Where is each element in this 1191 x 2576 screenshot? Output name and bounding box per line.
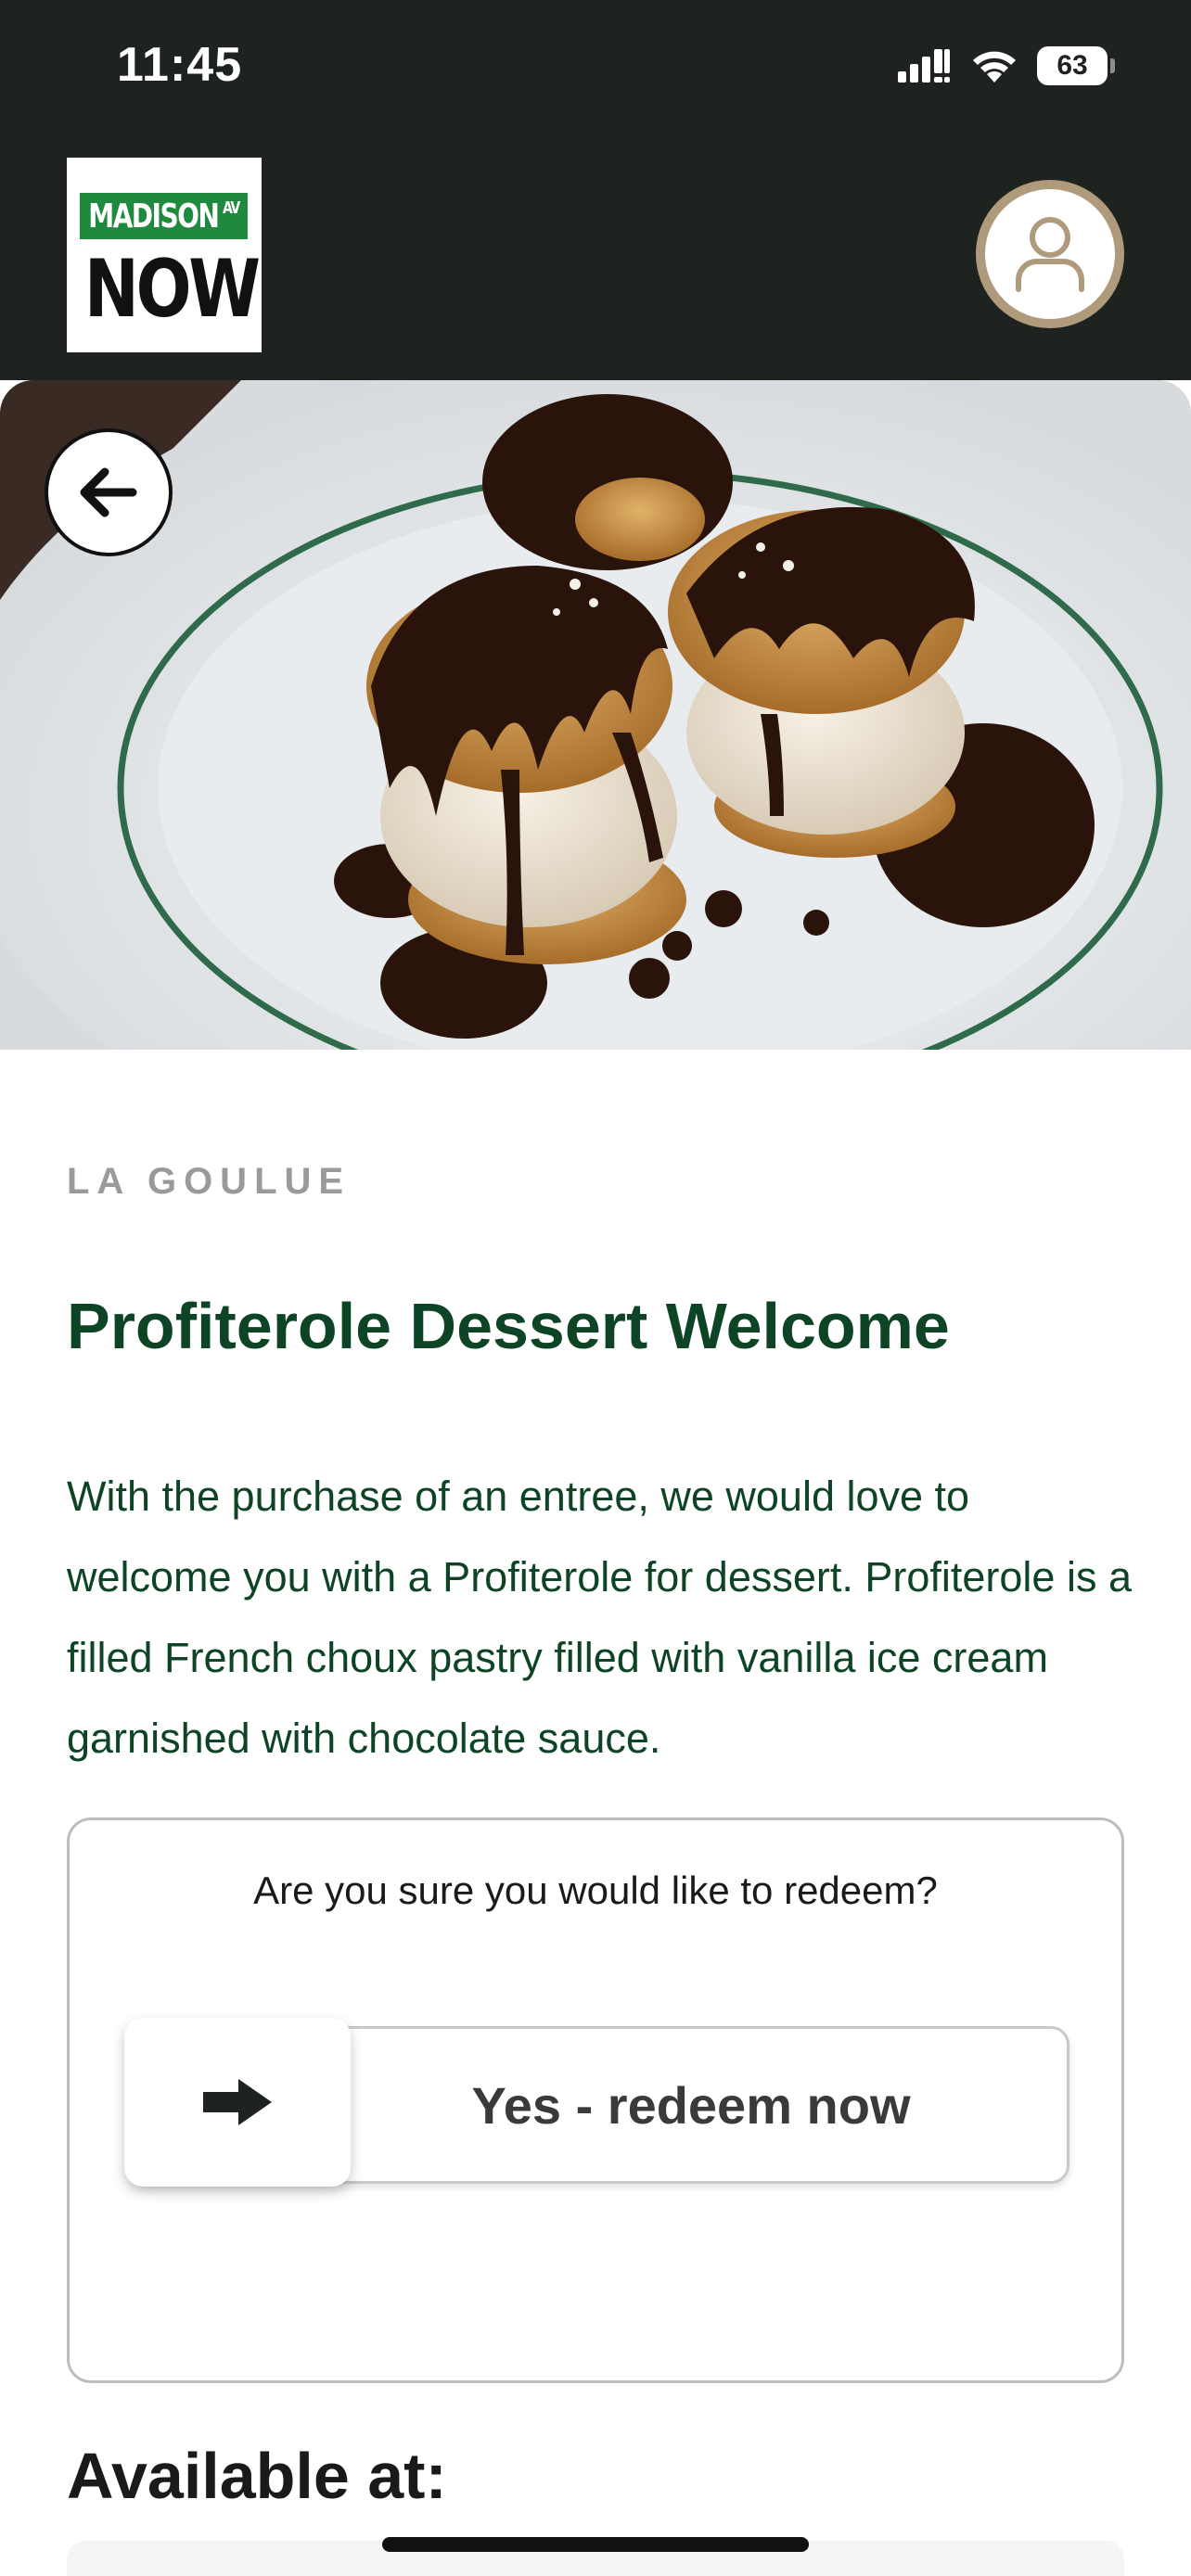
hero-image (0, 380, 1191, 1050)
offer-title: Profiterole Dessert Welcome (67, 1290, 950, 1362)
status-time: 11:45 (117, 38, 243, 92)
logo-wordmark: NOW (83, 243, 261, 336)
redeem-question: Are you sure you would like to redeem? (253, 1868, 938, 1912)
battery-cap (1110, 58, 1115, 73)
available-at-heading: Available at: (67, 2440, 447, 2512)
redeem-slider-handle[interactable] (124, 2018, 351, 2187)
logo-sign-text: MADISON (88, 197, 220, 236)
offer-description: With the purchase of an entree, we would… (67, 1473, 1132, 1762)
status-bar: 11:45 63 (0, 0, 1191, 139)
redeem-swipe-slider[interactable]: Yes - redeem now (124, 2018, 1069, 2187)
wifi-icon (973, 51, 1016, 83)
battery-icon: 63 (1037, 46, 1115, 85)
logo-street-sign: MADISON AV (80, 193, 248, 239)
logo-sign-sub: AV (223, 198, 240, 218)
home-indicator[interactable] (382, 2537, 809, 2552)
profile-button[interactable] (976, 180, 1124, 328)
battery-level: 63 (1037, 46, 1108, 85)
profiterole-photo (0, 380, 1191, 1050)
status-icons: 63 (896, 43, 1115, 89)
arrow-right-icon (203, 2079, 272, 2125)
redemption-screen: 11:45 63 MADISON AV NOW LA GOULUE Profit… (0, 0, 1191, 2576)
redeem-confirmation-card: Are you sure you would like to redeem? Y… (67, 1817, 1124, 2383)
madison-av-now-logo[interactable]: MADISON AV NOW (67, 158, 262, 352)
app-header: MADISON AV NOW (0, 139, 1191, 380)
signal-icon (898, 49, 950, 83)
merchant-name: LA GOULUE (67, 1161, 352, 1202)
arrow-left-icon (80, 467, 137, 517)
person-icon (1016, 217, 1084, 292)
redeem-slider-label: Yes - redeem now (471, 2075, 911, 2135)
back-button[interactable] (45, 428, 173, 556)
